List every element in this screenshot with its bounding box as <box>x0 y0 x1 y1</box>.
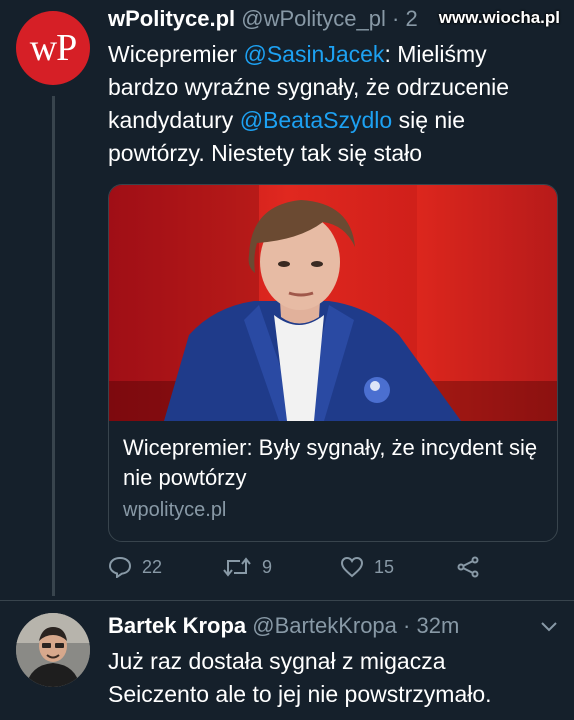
avatar-photo <box>16 613 90 687</box>
tweet-time[interactable]: 32m <box>416 613 459 638</box>
avatar[interactable] <box>16 613 90 687</box>
share-icon <box>457 556 479 578</box>
reply-count: 22 <box>142 556 163 577</box>
tweet-header: wPolityce.pl @wPolityce_pl · 2 <box>108 6 418 32</box>
separator: · <box>403 613 411 638</box>
text-part: Wicepremier <box>108 41 244 67</box>
separator: · <box>392 6 400 31</box>
reply-header: Bartek Kropa @BartekKropa · 32m <box>108 613 459 639</box>
retweet-icon <box>223 557 251 577</box>
reply-icon <box>108 556 132 578</box>
avatar[interactable]: wP <box>16 11 90 85</box>
heart-icon <box>340 556 364 578</box>
tweet[interactable]: wP wPolityce.pl @wPolityce_pl · 2 Wicepr… <box>0 0 574 600</box>
card-domain: wpolityce.pl <box>123 499 227 521</box>
like-count: 15 <box>374 556 395 577</box>
tweet-actions: 22 9 15 <box>108 556 488 586</box>
person-illustration <box>164 200 461 421</box>
reply-tweet[interactable]: Bartek Kropa @BartekKropa · 32m Już raz … <box>0 600 574 720</box>
share-button[interactable] <box>456 556 490 578</box>
author-handle[interactable]: @BartekKropa <box>252 613 397 638</box>
author-name[interactable]: wPolityce.pl <box>108 6 235 31</box>
avatar-logo-text: wP <box>29 27 78 69</box>
reply-button[interactable]: 22 <box>108 556 162 578</box>
card-image <box>109 185 557 421</box>
tweet-time[interactable]: 2 <box>405 6 417 31</box>
mention-link[interactable]: @BeataSzydlo <box>240 107 393 133</box>
chevron-down-icon[interactable] <box>540 621 558 633</box>
watermark: www.wiocha.pl <box>438 8 560 27</box>
author-name[interactable]: Bartek Kropa <box>108 613 246 638</box>
reply-text: Już raz dostała sygnał z migacza Seiczen… <box>108 648 492 707</box>
retweet-button[interactable]: 9 <box>222 556 272 578</box>
link-card[interactable]: Wicepremier: Były sygnały, że incydent s… <box>108 184 558 542</box>
tweet-text: Wicepremier @SasinJacek: Mieliśmy bardzo… <box>108 38 548 170</box>
thread-line <box>52 96 55 596</box>
retweet-count: 9 <box>262 556 273 577</box>
author-handle[interactable]: @wPolityce_pl <box>241 6 386 31</box>
like-button[interactable]: 15 <box>340 556 394 578</box>
mention-link[interactable]: @SasinJacek <box>243 41 384 67</box>
card-title[interactable]: Wicepremier: Były sygnały, że incydent s… <box>123 433 543 493</box>
